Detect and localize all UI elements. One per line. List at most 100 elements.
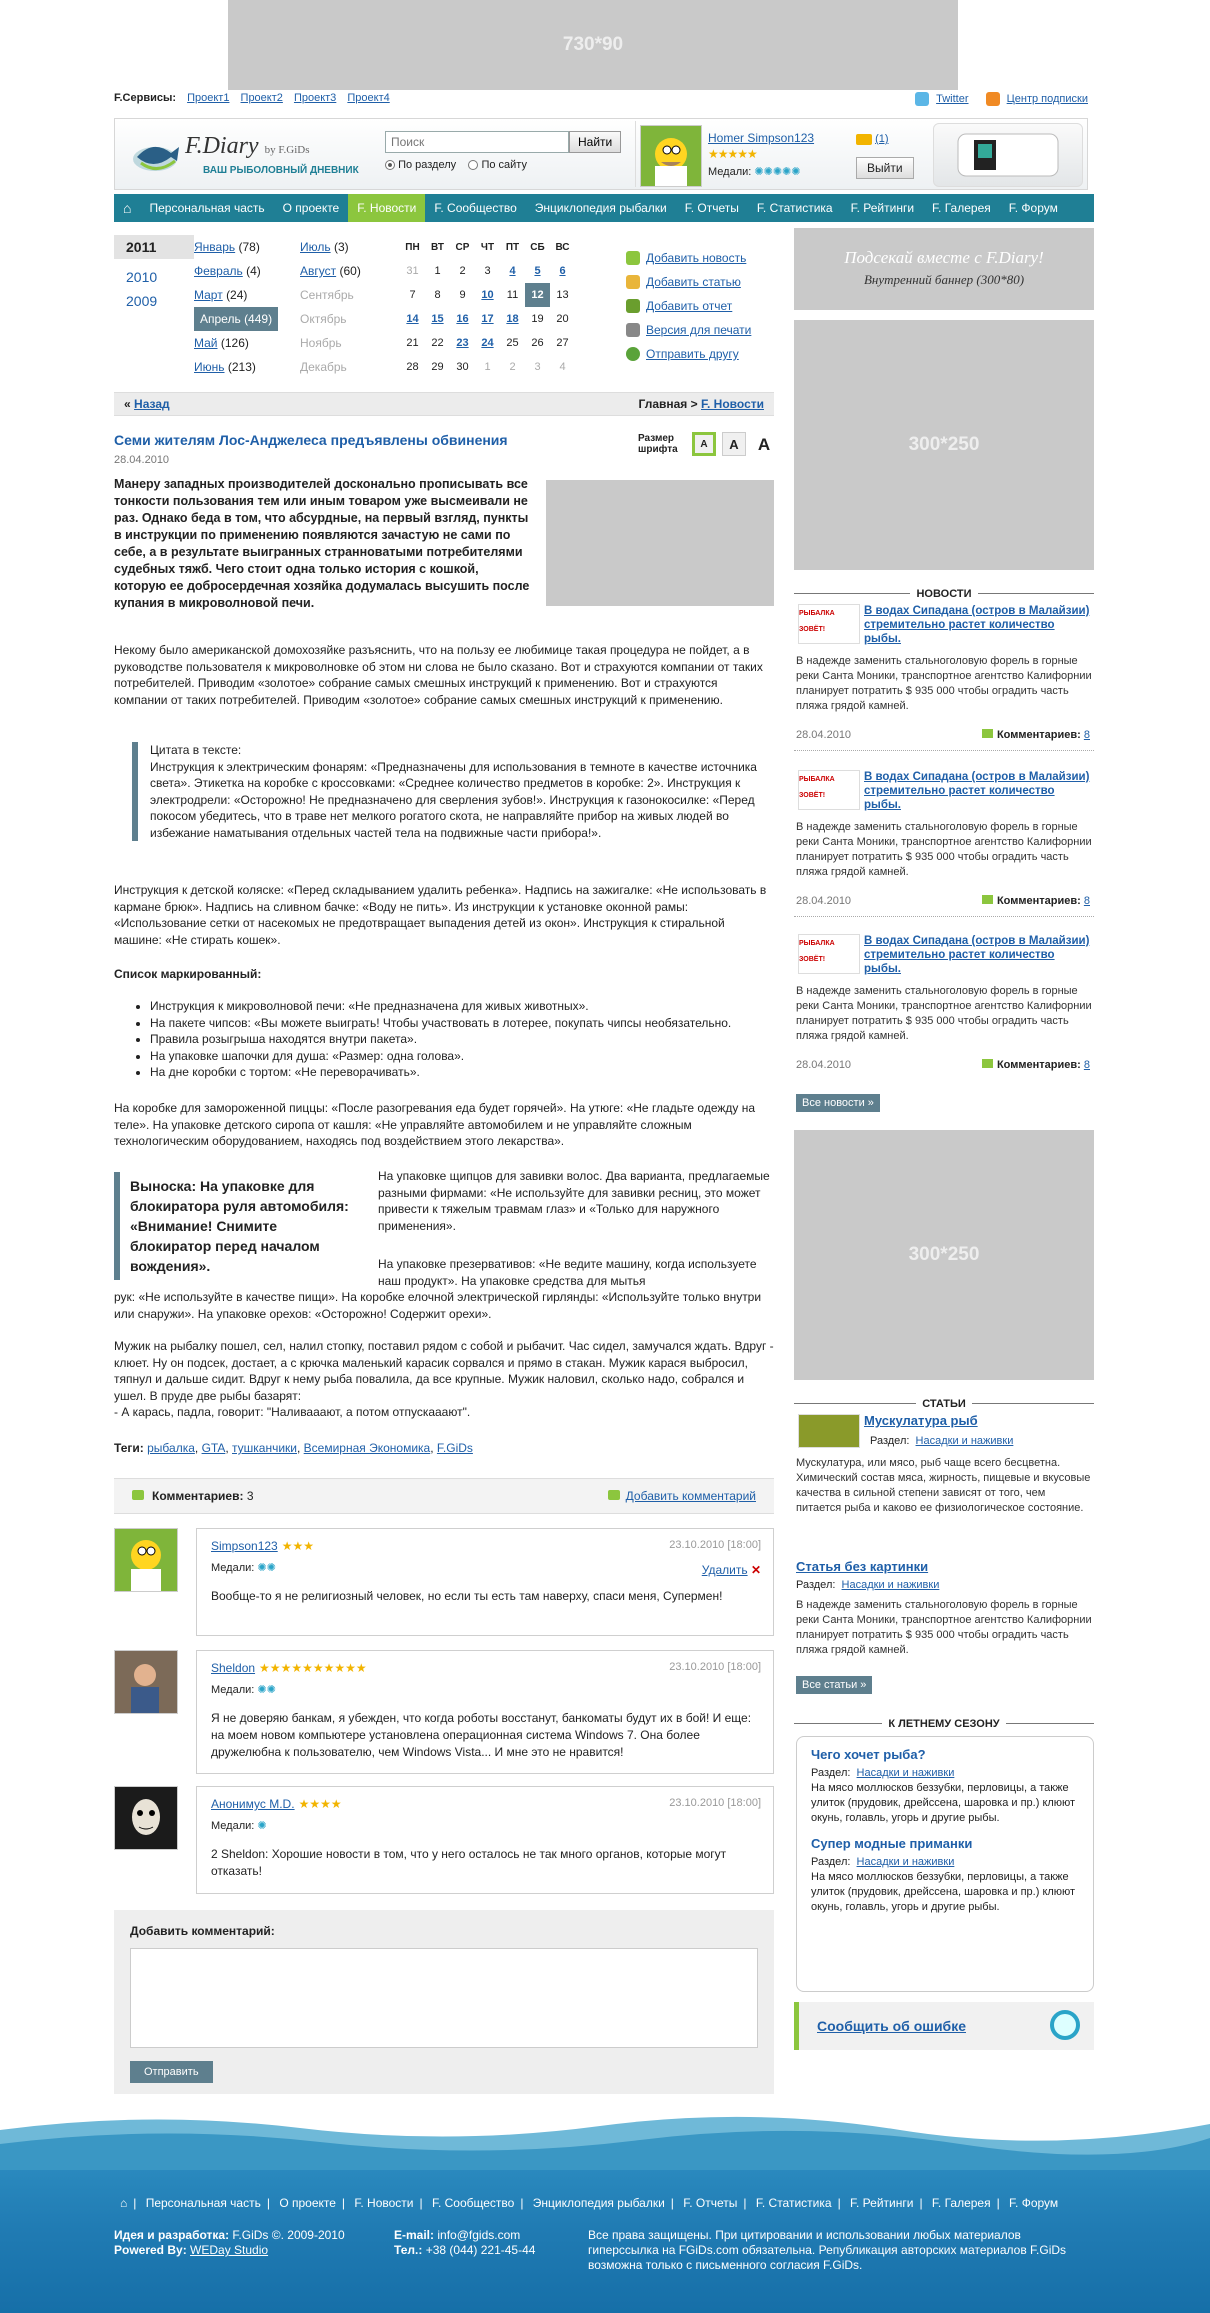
tag-link[interactable]: рыбалка <box>147 1441 195 1455</box>
summer-title[interactable]: Супер модные приманки <box>811 1836 1079 1851</box>
search-button[interactable]: Найти <box>569 131 622 153</box>
submit-comment-button[interactable]: Отправить <box>130 2061 213 2083</box>
font-medium-button[interactable]: A <box>722 432 746 456</box>
article-thumb[interactable] <box>798 1414 860 1448</box>
month-item[interactable]: Февраль (4) <box>194 259 278 283</box>
font-large-button[interactable]: A <box>752 432 776 456</box>
tag-link[interactable]: Всемирная Экономика <box>304 1441 431 1455</box>
cal-day-link[interactable]: 17 <box>475 307 500 331</box>
all-news-button[interactable]: Все новости » <box>796 1094 880 1112</box>
search-input[interactable] <box>385 131 569 153</box>
report-error-link[interactable]: Сообщить об ошибке <box>817 2018 966 2034</box>
sidebar-banner-1[interactable]: 300*250 <box>794 320 1094 570</box>
top-banner[interactable]: 730*90 <box>228 0 958 90</box>
comment-author[interactable]: Анонимус M.D. <box>211 1797 295 1811</box>
month-item[interactable]: Январь (78) <box>194 235 278 259</box>
year-2009[interactable]: 2009 <box>114 289 194 313</box>
cal-day-link[interactable]: 10 <box>475 283 500 307</box>
report-error[interactable]: Сообщить об ошибке <box>794 2002 1094 2050</box>
font-small-button[interactable]: A <box>692 432 716 456</box>
promo-device-image[interactable] <box>933 123 1083 187</box>
footer-nav-item[interactable]: F. Статистика <box>756 2196 832 2210</box>
subscribe-link[interactable]: Центр подписки <box>1007 93 1088 105</box>
footer-nav-item[interactable]: F. Новости <box>354 2196 413 2210</box>
add-article-action[interactable]: Добавить статью <box>626 270 751 294</box>
crumb-home[interactable]: Главная <box>639 397 688 411</box>
home-icon[interactable]: ⌂ <box>114 194 140 222</box>
send-friend-action[interactable]: Отправить другу <box>626 342 751 366</box>
sidebar-banner-2[interactable]: 300*250 <box>794 1130 1094 1380</box>
cal-day-link[interactable]: 6 <box>550 259 575 283</box>
user-avatar[interactable] <box>640 125 702 187</box>
summer-title[interactable]: Чего хочет рыба? <box>811 1747 1079 1762</box>
news-thumb[interactable]: РЫБАЛКА ЗОВЁТ! <box>798 604 860 644</box>
nav-reports[interactable]: F. Отчеты <box>676 194 748 222</box>
cal-day-link[interactable]: 18 <box>500 307 525 331</box>
footer-nav-item[interactable]: F. Рейтинги <box>850 2196 913 2210</box>
nav-gallery[interactable]: F. Галерея <box>923 194 1000 222</box>
year-2010[interactable]: 2010 <box>114 265 194 289</box>
cal-day-current[interactable]: 12 <box>525 283 550 307</box>
cal-day-link[interactable]: 14 <box>400 307 425 331</box>
news-title[interactable]: В водах Сипадана (остров в Малайзии) стр… <box>864 604 1094 646</box>
service-link-3[interactable]: Проект3 <box>294 92 336 104</box>
footer-email[interactable]: info@fgids.com <box>437 2228 520 2242</box>
sidebar-article-title[interactable]: Статья без картинки <box>796 1560 1026 1574</box>
news-thumb[interactable]: РЫБАЛКА ЗОВЁТ! <box>798 934 860 974</box>
nav-ratings[interactable]: F. Рейтинги <box>842 194 923 222</box>
nav-statistics[interactable]: F. Статистика <box>748 194 842 222</box>
inner-banner[interactable]: Подсекай вместе с F.Diary! Внутренний ба… <box>794 228 1094 310</box>
nav-encyclopedia[interactable]: Энциклопедия рыбалки <box>526 194 676 222</box>
user-mail[interactable]: (1) <box>856 133 889 145</box>
twitter-link[interactable]: Twitter <box>936 93 968 105</box>
footer-home-icon[interactable]: ⌂ <box>120 2196 127 2210</box>
comment-author[interactable]: Simpson123 <box>211 1539 278 1553</box>
month-item[interactable]: Август (60) <box>300 259 361 283</box>
nav-about[interactable]: О проекте <box>274 194 349 222</box>
month-item[interactable]: Июнь (213) <box>194 355 278 379</box>
footer-nav-item[interactable]: Энциклопедия рыбалки <box>533 2196 665 2210</box>
month-item-active[interactable]: Апрель (449) <box>194 307 279 331</box>
cal-day-link[interactable]: 16 <box>450 307 475 331</box>
tag-link[interactable]: F.GiDs <box>437 1441 473 1455</box>
cal-day-link[interactable]: 24 <box>475 331 500 355</box>
add-news-action[interactable]: Добавить новость <box>626 246 751 270</box>
logout-button[interactable]: Выйти <box>856 157 914 179</box>
powered-link[interactable]: WEDay Studio <box>190 2243 268 2257</box>
comment-avatar[interactable] <box>114 1650 178 1714</box>
add-report-action[interactable]: Добавить отчет <box>626 294 751 318</box>
nav-community[interactable]: F. Сообщество <box>425 194 525 222</box>
news-thumb[interactable]: РЫБАЛКА ЗОВЁТ! <box>798 770 860 810</box>
site-logo[interactable]: F.Diary by F.GiDs ВАШ РЫБОЛОВНЫЙ ДНЕВНИК <box>131 129 371 181</box>
delete-comment[interactable]: Удалить ✕ <box>702 1563 761 1577</box>
cal-day-link[interactable]: 4 <box>500 259 525 283</box>
radio-site[interactable] <box>468 160 479 171</box>
cal-day-link[interactable]: 23 <box>450 331 475 355</box>
user-name-link[interactable]: Homer Simpson123 <box>708 131 814 145</box>
year-2011[interactable]: 2011 <box>114 235 194 259</box>
service-link-1[interactable]: Проект1 <box>187 92 229 104</box>
comment-textarea[interactable] <box>130 1948 758 2048</box>
back-link[interactable]: Назад <box>134 397 170 411</box>
footer-nav-item[interactable]: F. Галерея <box>932 2196 991 2210</box>
comment-avatar[interactable] <box>114 1786 178 1850</box>
nav-forum[interactable]: F. Форум <box>1000 194 1067 222</box>
footer-nav-item[interactable]: F. Сообщество <box>432 2196 514 2210</box>
sidebar-article-title[interactable]: Мускулатура рыб <box>864 1414 1094 1428</box>
crumb-section[interactable]: F. Новости <box>701 397 764 411</box>
all-articles-button[interactable]: Все статьи » <box>796 1676 873 1694</box>
mail-count[interactable]: (1) <box>875 133 888 145</box>
nav-personal[interactable]: Персональная часть <box>140 194 273 222</box>
footer-nav-item[interactable]: F. Отчеты <box>683 2196 737 2210</box>
tag-link[interactable]: GTA <box>202 1441 226 1455</box>
print-version-action[interactable]: Версия для печати <box>626 318 751 342</box>
nav-news[interactable]: F. Новости <box>348 194 426 222</box>
comment-avatar[interactable] <box>114 1528 178 1592</box>
month-item[interactable]: Май (126) <box>194 331 278 355</box>
footer-nav-item[interactable]: О проекте <box>279 2196 336 2210</box>
month-item[interactable]: Март (24) <box>194 283 278 307</box>
cal-day-link[interactable]: 15 <box>425 307 450 331</box>
news-title[interactable]: В водах Сипадана (остров в Малайзии) стр… <box>864 934 1094 976</box>
radio-section[interactable] <box>385 160 395 171</box>
service-link-2[interactable]: Проект2 <box>241 92 283 104</box>
